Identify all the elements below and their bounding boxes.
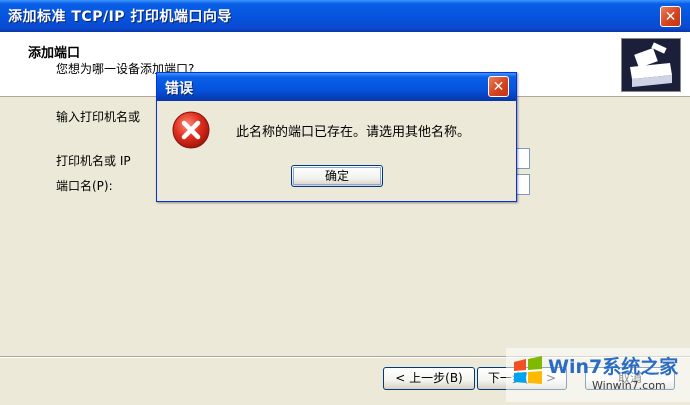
close-icon: ✕ [492, 79, 505, 95]
error-icon [171, 110, 211, 150]
watermark: Win7系统之家 Winwin7.com [506, 348, 690, 402]
error-dialog-title: 错误 [165, 81, 193, 97]
header-title: 添加端口 [28, 46, 81, 61]
back-button[interactable]: < 上一步(B) [383, 367, 475, 390]
wizard-close-button[interactable]: ✕ [660, 6, 681, 27]
wizard-title: 添加标准 TCP/IP 打印机端口向导 [8, 9, 232, 25]
close-icon: ✕ [664, 9, 677, 25]
printer-name-label: 打印机名或 IP [56, 154, 131, 168]
watermark-url: Winwin7.com [592, 379, 666, 392]
error-dialog-titlebar[interactable] [157, 73, 516, 101]
error-dialog: 错误 ✕ 此名称的端口已存在。请选用其他名称。 确定 [156, 72, 517, 202]
watermark-brand: Win7系统之家 [548, 356, 679, 378]
error-message: 此名称的端口已存在。请选用其他名称。 [236, 125, 471, 140]
port-name-label: 端口名(P): [56, 179, 113, 193]
printer-icon [621, 38, 681, 92]
instruction-text: 输入打印机名或 [56, 110, 141, 124]
ok-button[interactable]: 确定 [291, 165, 383, 187]
error-dialog-close-button[interactable]: ✕ [488, 76, 509, 97]
